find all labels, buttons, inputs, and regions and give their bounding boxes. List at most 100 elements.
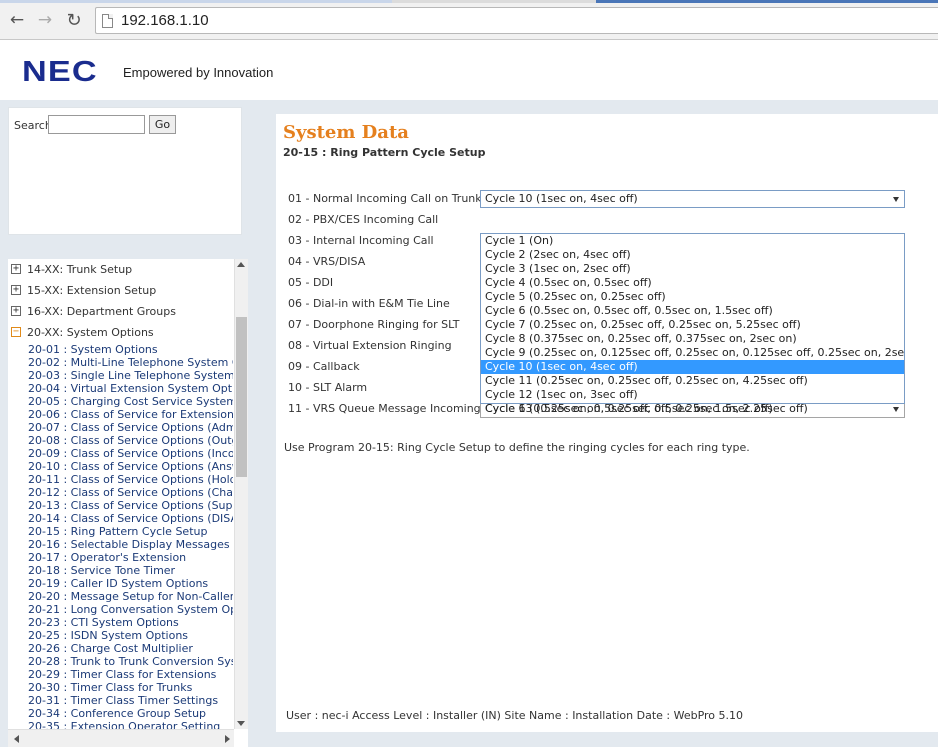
page-subtitle: 20-15 : Ring Pattern Cycle Setup bbox=[283, 146, 486, 159]
scroll-up-icon[interactable] bbox=[237, 262, 245, 267]
ring-type-label: 10 - SLT Alarm bbox=[288, 381, 368, 394]
tree-group-label[interactable]: 15-XX: Extension Setup bbox=[27, 284, 156, 297]
dropdown-option[interactable]: Cycle 13 (0.25sec on, 0.25sec off, 0.25s… bbox=[481, 402, 904, 416]
tree-item[interactable]: 20-10 : Class of Service Options (Answer… bbox=[8, 460, 233, 473]
tree-group-label[interactable]: 20-XX: System Options bbox=[27, 326, 154, 339]
tree-item[interactable]: 20-20 : Message Setup for Non-Caller ID … bbox=[8, 590, 233, 603]
tree-item[interactable]: 20-35 : Extension Operator Setting bbox=[8, 720, 233, 729]
ring-type-label: 09 - Callback bbox=[288, 360, 360, 373]
help-text: Use Program 20-15: Ring Cycle Setup to d… bbox=[284, 441, 750, 454]
ring-type-label: 07 - Doorphone Ringing for SLT bbox=[288, 318, 460, 331]
dropdown-option[interactable]: Cycle 9 (0.25sec on, 0.125sec off, 0.25s… bbox=[481, 346, 904, 360]
browser-tab-active[interactable] bbox=[596, 0, 938, 3]
tree-item[interactable]: 20-02 : Multi-Line Telephone System Opti… bbox=[8, 356, 233, 369]
dropdown-option[interactable]: Cycle 7 (0.25sec on, 0.25sec off, 0.25se… bbox=[481, 318, 904, 332]
horizontal-scrollbar[interactable] bbox=[8, 729, 234, 747]
search-input[interactable] bbox=[48, 115, 145, 134]
ring-type-label: 02 - PBX/CES Incoming Call bbox=[288, 213, 439, 226]
tree-item[interactable]: 20-17 : Operator's Extension bbox=[8, 551, 233, 564]
ring-type-row: 01 - Normal Incoming Call on Trunk Cycle … bbox=[288, 190, 928, 208]
tree-item[interactable]: 20-13 : Class of Service Options (Supple… bbox=[8, 499, 233, 512]
tree-group[interactable]: +16-XX: Department Groups bbox=[8, 301, 233, 322]
forward-arrow-icon[interactable]: → bbox=[34, 9, 56, 31]
tree-item[interactable]: 20-23 : CTI System Options bbox=[8, 616, 233, 629]
tree-item[interactable]: 20-05 : Charging Cost Service System Opt… bbox=[8, 395, 233, 408]
tree-item[interactable]: 20-26 : Charge Cost Multiplier bbox=[8, 642, 233, 655]
dropdown-option[interactable]: Cycle 4 (0.5sec on, 0.5sec off) bbox=[481, 276, 904, 290]
dropdown-option[interactable]: Cycle 1 (On) bbox=[481, 234, 904, 248]
scroll-right-icon[interactable] bbox=[225, 735, 230, 743]
site-header: NEC Empowered by Innovation bbox=[0, 40, 938, 100]
tree-item[interactable]: 20-03 : Single Line Telephone System Opt… bbox=[8, 369, 233, 382]
expand-icon[interactable]: + bbox=[11, 306, 21, 316]
tree-group[interactable]: +15-XX: Extension Setup bbox=[8, 280, 233, 301]
dropdown-arrow-icon[interactable] bbox=[893, 197, 899, 202]
dropdown-option[interactable]: Cycle 5 (0.25sec on, 0.25sec off) bbox=[481, 290, 904, 304]
tree-item[interactable]: 20-25 : ISDN System Options bbox=[8, 629, 233, 642]
dropdown-option[interactable]: Cycle 12 (1sec on, 3sec off) bbox=[481, 388, 904, 402]
tree-item[interactable]: 20-11 : Class of Service Options (Hold/T… bbox=[8, 473, 233, 486]
scroll-left-icon[interactable] bbox=[14, 735, 19, 743]
ring-type-label: 11 - VRS Queue Message Incoming Call bbox=[288, 402, 505, 415]
cycle-select[interactable]: Cycle 10 (1sec on, 4sec off) bbox=[480, 190, 905, 208]
go-button[interactable]: Go bbox=[149, 115, 176, 134]
tree-group-label[interactable]: 16-XX: Department Groups bbox=[27, 305, 176, 318]
tagline: Empowered by Innovation bbox=[123, 65, 274, 80]
status-footer: User : nec-i Access Level : Installer (I… bbox=[286, 709, 744, 722]
tree-item[interactable]: 20-15 : Ring Pattern Cycle Setup bbox=[8, 525, 233, 538]
url-text[interactable]: 192.168.1.10 bbox=[121, 12, 209, 29]
tree-item[interactable]: 20-09 : Class of Service Options (Incomi… bbox=[8, 447, 233, 460]
ring-type-row: 02 - PBX/CES Incoming Call bbox=[288, 211, 928, 229]
vertical-scrollbar[interactable] bbox=[234, 259, 248, 729]
ring-type-label: 05 - DDI bbox=[288, 276, 334, 289]
browser-tab[interactable] bbox=[0, 0, 392, 3]
search-label: Search bbox=[14, 119, 52, 132]
tree-item[interactable]: 20-01 : System Options bbox=[8, 343, 233, 356]
ring-type-label: 03 - Internal Incoming Call bbox=[288, 234, 434, 247]
dropdown-option[interactable]: Cycle 11 (0.25sec on, 0.25sec off, 0.25s… bbox=[481, 374, 904, 388]
scroll-down-icon[interactable] bbox=[237, 721, 245, 726]
reload-icon[interactable]: ↻ bbox=[63, 9, 85, 31]
back-arrow-icon[interactable]: ← bbox=[6, 9, 28, 31]
nec-logo: NEC bbox=[22, 56, 98, 88]
main-panel: System Data 20-15 : Ring Pattern Cycle S… bbox=[276, 114, 938, 732]
ring-type-label: 01 - Normal Incoming Call on Trunk bbox=[288, 192, 482, 205]
tree-group-open[interactable]: −20-XX: System Options bbox=[8, 322, 233, 343]
address-bar[interactable]: 192.168.1.10 bbox=[95, 7, 938, 34]
tree-item[interactable]: 20-28 : Trunk to Trunk Conversion System bbox=[8, 655, 233, 668]
tree-item[interactable]: 20-14 : Class of Service Options (DISA/E… bbox=[8, 512, 233, 525]
ring-type-label: 04 - VRS/DISA bbox=[288, 255, 366, 268]
cycle-select-value: Cycle 10 (1sec on, 4sec off) bbox=[485, 192, 638, 205]
program-tree: +14-XX: Trunk Setup +15-XX: Extension Set… bbox=[8, 259, 248, 747]
scrollbar-thumb[interactable] bbox=[236, 317, 247, 477]
dropdown-option[interactable]: Cycle 2 (2sec on, 4sec off) bbox=[481, 248, 904, 262]
tree-item[interactable]: 20-08 : Class of Service Options (Outgoi… bbox=[8, 434, 233, 447]
expand-icon[interactable]: + bbox=[11, 285, 21, 295]
dropdown-option[interactable]: Cycle 3 (1sec on, 2sec off) bbox=[481, 262, 904, 276]
search-panel: Search Go bbox=[8, 107, 242, 235]
cycle-dropdown-list[interactable]: Cycle 1 (On) Cycle 2 (2sec on, 4sec off) C… bbox=[480, 233, 905, 415]
dropdown-option[interactable]: Cycle 10 (1sec on, 4sec off) bbox=[481, 360, 904, 374]
tree-item[interactable]: 20-16 : Selectable Display Messages bbox=[8, 538, 233, 551]
collapse-icon[interactable]: − bbox=[11, 327, 21, 337]
tree-item[interactable]: 20-04 : Virtual Extension System Options bbox=[8, 382, 233, 395]
tree-item[interactable]: 20-34 : Conference Group Setup bbox=[8, 707, 233, 720]
tree-item[interactable]: 20-18 : Service Tone Timer bbox=[8, 564, 233, 577]
browser-toolbar: ← → ↻ 192.168.1.10 bbox=[0, 0, 938, 40]
dropdown-option[interactable]: Cycle 8 (0.375sec on, 0.25sec off, 0.375… bbox=[481, 332, 904, 346]
dropdown-option[interactable]: Cycle 6 (0.5sec on, 0.5sec off, 0.5sec o… bbox=[481, 304, 904, 318]
content-area: Search Go +14-XX: Trunk Setup +15-XX: Ext… bbox=[0, 100, 938, 747]
tree-item[interactable]: 20-30 : Timer Class for Trunks bbox=[8, 681, 233, 694]
tree-group-label[interactable]: 14-XX: Trunk Setup bbox=[27, 263, 132, 276]
ring-type-label: 08 - Virtual Extension Ringing bbox=[288, 339, 452, 352]
tree-item[interactable]: 20-31 : Timer Class Timer Settings bbox=[8, 694, 233, 707]
tree-scroll-area: +14-XX: Trunk Setup +15-XX: Extension Set… bbox=[8, 259, 233, 729]
tree-item[interactable]: 20-29 : Timer Class for Extensions bbox=[8, 668, 233, 681]
tree-item[interactable]: 20-19 : Caller ID System Options bbox=[8, 577, 233, 590]
expand-icon[interactable]: + bbox=[11, 264, 21, 274]
tree-item[interactable]: 20-07 : Class of Service Options (Admini… bbox=[8, 421, 233, 434]
tree-item[interactable]: 20-12 : Class of Service Options (Chargi… bbox=[8, 486, 233, 499]
tree-item[interactable]: 20-21 : Long Conversation System Options bbox=[8, 603, 233, 616]
tree-group[interactable]: +14-XX: Trunk Setup bbox=[8, 259, 233, 280]
tree-item[interactable]: 20-06 : Class of Service for Extensions bbox=[8, 408, 233, 421]
